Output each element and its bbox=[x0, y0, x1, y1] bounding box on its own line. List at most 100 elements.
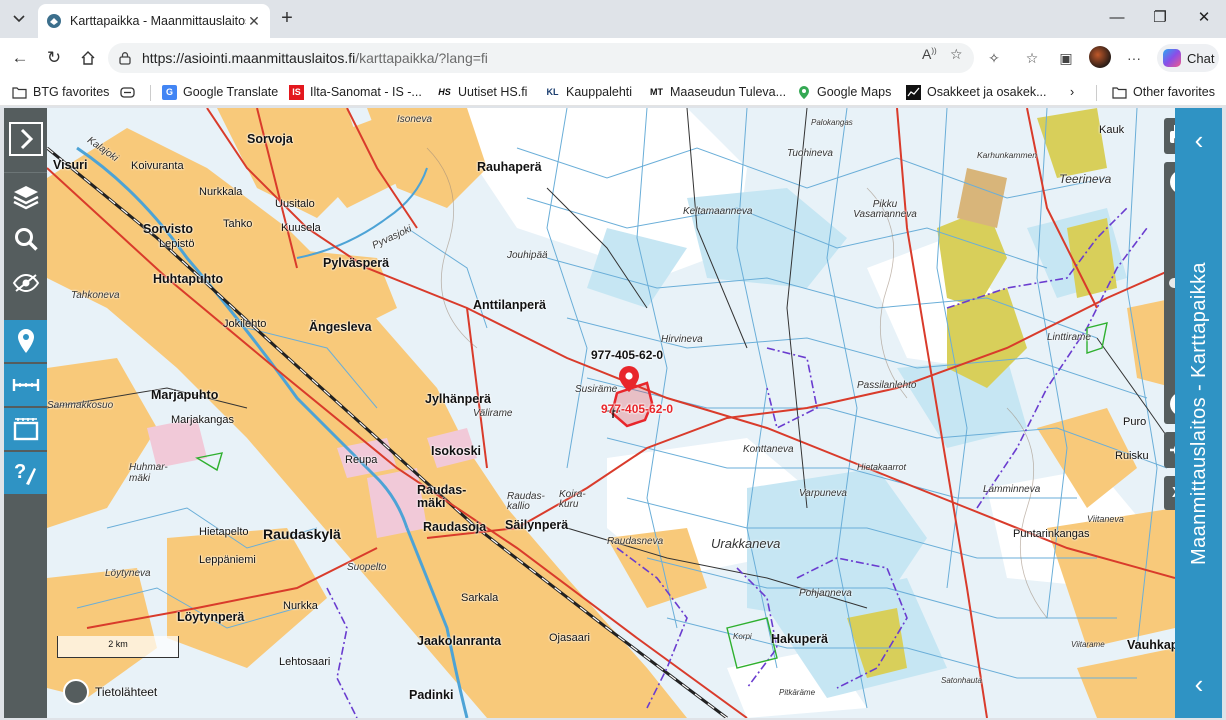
place-label: Lepistö bbox=[159, 238, 195, 250]
bookmark-other-favorites[interactable]: Other favorites bbox=[1112, 83, 1215, 101]
restore-button[interactable]: ❐ bbox=[1150, 8, 1170, 28]
minimize-button[interactable]: — bbox=[1107, 8, 1127, 28]
place-label: Raudasneva bbox=[607, 536, 664, 547]
ruler-icon bbox=[12, 379, 39, 391]
panel-collapse-chevron-icon[interactable]: ‹ bbox=[1185, 126, 1213, 154]
place-label: Linttirame bbox=[1047, 332, 1091, 343]
place-label: Sammakkosuo bbox=[47, 400, 114, 411]
bookmark-reading-list[interactable] bbox=[120, 83, 141, 101]
place-label: Tahkoneva bbox=[71, 290, 120, 301]
copilot-chat-button[interactable]: Chat bbox=[1157, 44, 1219, 72]
bookmark-ilta-sanomat[interactable]: IS Ilta-Sanomat - IS -... bbox=[289, 83, 422, 101]
place-marker-button[interactable] bbox=[4, 320, 47, 362]
search-icon bbox=[14, 228, 38, 251]
parcel-id-label-selected[interactable]: 977-405-62-0 bbox=[601, 402, 673, 416]
place-label: Pylväsperä bbox=[323, 256, 390, 270]
new-tab-button[interactable]: + bbox=[276, 8, 298, 30]
measure-area-button[interactable] bbox=[4, 408, 47, 450]
place-label: Ojasaari bbox=[549, 632, 590, 644]
read-aloud-icon[interactable]: A)) bbox=[922, 46, 937, 62]
bookmark-hs[interactable]: HS Uutiset HS.fi bbox=[437, 83, 527, 101]
folder-icon bbox=[1112, 85, 1127, 100]
place-label: Vauhkap bbox=[1127, 638, 1175, 652]
refresh-button[interactable]: ↻ bbox=[42, 46, 66, 70]
print-button[interactable] bbox=[1164, 118, 1175, 154]
topographic-map[interactable]: Visuri Koivuranta Nurkkala Kalajoki Sorv… bbox=[47, 108, 1175, 718]
data-sources-button[interactable]: Tietolähteet bbox=[63, 678, 157, 706]
zoom-control: + − bbox=[1164, 162, 1175, 424]
close-window-button[interactable]: ✕ bbox=[1194, 8, 1214, 28]
browser-toolbar: ← ↻ https://asiointi.maanmittauslaitos.f… bbox=[0, 38, 1226, 78]
tab-actions-menu-button[interactable] bbox=[6, 6, 32, 32]
chevron-down-icon bbox=[13, 15, 25, 23]
home-icon bbox=[81, 51, 95, 65]
stocks-icon bbox=[906, 84, 921, 100]
place-label: Visuri bbox=[53, 158, 88, 172]
tab-close-icon[interactable]: ✕ bbox=[246, 13, 262, 30]
place-label: Isokoski bbox=[431, 444, 482, 458]
mt-icon: MT bbox=[650, 87, 663, 97]
home-button[interactable] bbox=[76, 46, 100, 70]
data-sources-label: Tietolähteet bbox=[95, 685, 158, 699]
bookmark-label: Uutiset HS.fi bbox=[458, 85, 528, 99]
site-info-icon[interactable] bbox=[118, 51, 132, 65]
hs-icon: HS bbox=[438, 87, 451, 97]
bookmark-label: Maaseudun Tuleva... bbox=[670, 85, 787, 99]
tab-title: Karttapaikka - Maanmittauslaitos bbox=[70, 14, 246, 28]
kl-icon: KL bbox=[546, 87, 559, 97]
place-label: Korpi bbox=[733, 632, 752, 641]
bookmark-maaseudun-tulevaisuus[interactable]: MT Maaseudun Tuleva... bbox=[649, 83, 786, 101]
place-label: Urakkaneva bbox=[711, 536, 781, 551]
address-bar[interactable]: https://asiointi.maanmittauslaitos.fi/ka… bbox=[108, 43, 974, 73]
bookmark-label: Other favorites bbox=[1133, 85, 1215, 99]
place-label: Raudas-kallio bbox=[507, 491, 545, 512]
favorites-icon[interactable]: ☆ bbox=[1022, 48, 1042, 68]
profile-avatar[interactable] bbox=[1089, 46, 1111, 68]
bookmark-separator bbox=[150, 85, 151, 101]
bookmark-label: Kauppalehti bbox=[566, 85, 633, 99]
more-menu-icon[interactable]: ··· bbox=[1124, 48, 1144, 68]
place-label: Kauk bbox=[1099, 124, 1125, 136]
printer-icon bbox=[1170, 125, 1175, 148]
hide-layers-button[interactable] bbox=[4, 262, 47, 304]
help-tools-button[interactable]: ? bbox=[4, 452, 47, 494]
place-label: Koivuranta bbox=[131, 160, 184, 172]
place-label: Keltamaanneva bbox=[683, 206, 753, 217]
url-path: /karttapaikka/?lang=fi bbox=[355, 50, 488, 66]
place-label: Hakuperä bbox=[771, 632, 828, 646]
favorite-star-icon[interactable]: ☆ bbox=[950, 46, 963, 63]
place-label: Sorvoja bbox=[247, 132, 293, 146]
place-label: Löytyneva bbox=[105, 568, 151, 579]
place-label: Lehtosaari bbox=[279, 656, 331, 668]
extensions-icon[interactable]: ✧ bbox=[984, 48, 1004, 68]
bookmark-google-translate[interactable]: G Google Translate bbox=[162, 83, 278, 101]
place-label: Viitaneva bbox=[1087, 514, 1124, 524]
map-pin-icon bbox=[17, 329, 34, 353]
bookmark-kauppalehti[interactable]: KL Kauppalehti bbox=[545, 83, 633, 101]
translate-icon: G bbox=[162, 84, 177, 100]
measure-distance-button[interactable] bbox=[4, 364, 47, 406]
place-label: Isoneva bbox=[397, 114, 433, 125]
place-label: Marjakangas bbox=[171, 414, 234, 426]
place-label: Jokilehto bbox=[223, 318, 267, 330]
expand-menu-button[interactable] bbox=[4, 118, 47, 160]
coordinates-button[interactable]: XY bbox=[1164, 476, 1175, 510]
bookmark-osakkeet[interactable]: Osakkeet ja osakek... bbox=[906, 83, 1047, 101]
place-label: Löytynperä bbox=[177, 610, 245, 624]
map-layers-button[interactable] bbox=[4, 176, 47, 218]
bookmark-google-maps[interactable]: Google Maps bbox=[796, 83, 891, 101]
folder-icon bbox=[12, 85, 27, 100]
collections-icon[interactable]: ▣ bbox=[1056, 48, 1076, 68]
place-label: Raudasoja bbox=[423, 520, 487, 534]
locate-me-button[interactable] bbox=[1164, 432, 1175, 468]
area-measure-icon bbox=[13, 418, 38, 441]
reading-list-icon bbox=[120, 85, 135, 100]
place-label: Raudas-mäki bbox=[417, 483, 467, 510]
search-button[interactable] bbox=[4, 218, 47, 260]
tab-karttapaikka[interactable]: Karttapaikka - Maanmittauslaitos ✕ bbox=[38, 4, 270, 38]
place-label: Susiräme bbox=[575, 384, 618, 395]
panel-expand-chevron-icon[interactable]: ‹ bbox=[1185, 670, 1213, 698]
bookmark-btg-favorites[interactable]: BTG favorites bbox=[12, 83, 109, 101]
back-button[interactable]: ← bbox=[8, 46, 32, 70]
bookmarks-overflow-chevron-icon[interactable]: › bbox=[1070, 83, 1074, 101]
